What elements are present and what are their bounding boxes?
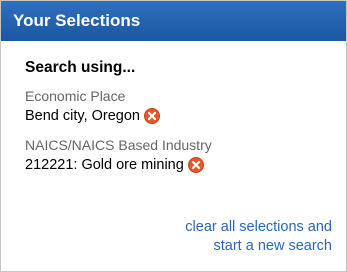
panel-title: Your Selections xyxy=(1,1,346,41)
selection-label: Economic Place xyxy=(25,88,126,104)
panel-body: Search using... Economic Place Bend city… xyxy=(1,41,346,176)
selection-value: 212221: Gold ore mining xyxy=(25,157,184,173)
clear-link-line1: clear all selections and xyxy=(185,219,332,235)
selection-economic-place: Economic Place Bend city, Oregon xyxy=(25,87,346,127)
selection-value: Bend city, Oregon xyxy=(25,108,140,124)
search-using-heading: Search using... xyxy=(25,59,136,76)
clear-link-line2: start a new search xyxy=(213,238,332,254)
remove-icon[interactable] xyxy=(187,157,204,173)
clear-all-selections-link[interactable]: clear all selections and start a new sea… xyxy=(122,218,332,256)
selection-value-row: 212221: Gold ore mining xyxy=(25,154,346,176)
selection-value-row: Bend city, Oregon xyxy=(25,105,346,127)
remove-icon[interactable] xyxy=(144,108,160,124)
selection-industry: NAICS/NAICS Based Industry 212221: Gold … xyxy=(25,136,346,176)
your-selections-panel: Your Selections Search using... Economic… xyxy=(0,0,347,272)
selection-label: NAICS/NAICS Based Industry xyxy=(25,137,212,153)
